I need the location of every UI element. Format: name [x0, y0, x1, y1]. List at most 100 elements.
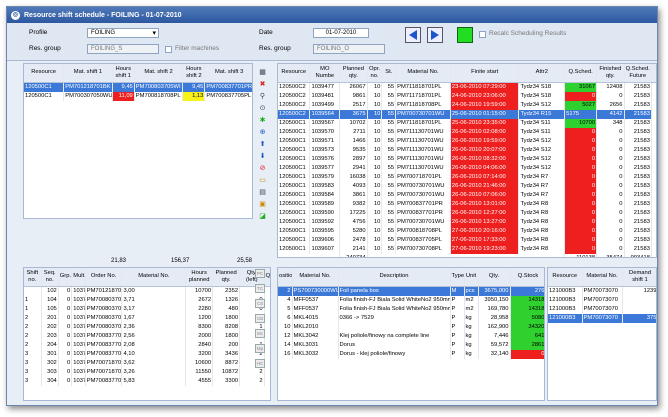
shift-row[interactable]: 220201037454PM700803705WU2,36830082081	[24, 322, 270, 332]
demand_table-header-0[interactable]: Resource	[548, 268, 583, 287]
demand-row[interactable]: 121000B3 PM70073070 375	[548, 313, 656, 323]
bom_table-header-0[interactable]: osition	[278, 268, 293, 287]
shift-row[interactable]: 10201037454PM701218701BK3,001070023520	[24, 286, 270, 296]
res_table-header-0[interactable]: Resource	[24, 64, 65, 83]
res_table-header-5[interactable]: Mat. shift 3	[204, 64, 252, 83]
profile-select[interactable]: FOILING	[87, 28, 159, 38]
mo-row[interactable]: 120500C1 1039589 9382 10 55 PM700837701PR 26-0…	[278, 199, 656, 209]
bom-row[interactable]: 4 MFF0537 Folia finish-FJ Biala Solid Whit…	[278, 295, 544, 305]
mo_table-header-10[interactable]: Q.Sched. Future	[624, 64, 652, 83]
res_table-header-1[interactable]: Mat. shift 1	[63, 64, 113, 83]
shift-row[interactable]: 110401037454PM700803705WU3,71267213260	[24, 295, 270, 305]
res_table-header-2[interactable]: Hours shift 1	[112, 64, 135, 83]
toolbar-button-3[interactable]: ⊙	[257, 103, 268, 113]
res_table-header-4[interactable]: Hours shift 2	[182, 64, 206, 83]
mo_table-header-5[interactable]: Material No.	[395, 64, 451, 83]
mo-row[interactable]: 120500C1 1039584 3861 10 55 PM700730701WU 26-0…	[278, 190, 656, 200]
toolbar-button-8[interactable]: ⊘	[257, 163, 268, 173]
bom_table-header-1[interactable]: Material No.	[292, 268, 339, 287]
mo-row[interactable]: 120500C1 1039592 4756 10 55 PM700730701WU 26-0…	[278, 217, 656, 227]
mo_table-header-4[interactable]: St.	[381, 64, 397, 83]
bom_table-header-6[interactable]: Q.Stock	[510, 268, 544, 287]
mo-row[interactable]: 120500C2 1039477 26067 10 55 PM711818701PL 23-…	[278, 82, 656, 92]
shift_table-header-1[interactable]: Seq. no.	[41, 268, 59, 287]
mo-row[interactable]: 120500C1 1039606 2478 10 55 PM700837705PL 27-0…	[278, 235, 656, 245]
bom-row[interactable]: 14 MKL3031 Dorus Pkg 59,572 2861	[278, 340, 544, 350]
toolbar-button-9[interactable]: ▭	[257, 175, 268, 185]
demand_table-header-2[interactable]: Demand shift 1	[622, 268, 656, 287]
mo_table-header-8[interactable]: Q.Sched.	[564, 64, 598, 83]
date-input[interactable]: 01-07-2010	[313, 28, 369, 38]
shift-row[interactable]: 220301037421PM700837701PR2,56200018001	[24, 331, 270, 341]
bom-row[interactable]: 5 MFF0537 Folia finish-FJ Biala Solid Whit…	[278, 304, 544, 314]
demand-row[interactable]: 121000B3 PM70073070	[548, 295, 656, 305]
side-button-mc[interactable]: Mc	[255, 329, 265, 338]
recalc-checkbox[interactable]	[479, 31, 486, 38]
mo-row[interactable]: 120500C1 1039583 4093 10 55 PM700730701WU 26-0…	[278, 181, 656, 191]
shift_table-header-3[interactable]: Mult.	[71, 268, 86, 287]
shift_table-header-2[interactable]: Grp.	[58, 268, 73, 287]
bom_table-header-5[interactable]: Qty.	[478, 268, 511, 287]
shift-row[interactable]: 330401037439PM700837705PL5,83455533002	[24, 376, 270, 386]
side-button-cs[interactable]: CS	[255, 299, 265, 308]
shift_table-header-0[interactable]: Shift no.	[24, 268, 42, 287]
shift-row[interactable]: 330101037421PM700837701PR4,10320034362	[24, 349, 270, 359]
mo_table-header-7[interactable]: Attr2	[518, 64, 566, 83]
mo-row[interactable]: 120500C2 1039481 9861 10 55 PM711718701PL 24-0…	[278, 91, 656, 101]
resgroup-field[interactable]: FOILING_S	[87, 44, 159, 54]
shift_table-header-4[interactable]: Order No.	[85, 268, 123, 287]
demand-row[interactable]: 121000B3 PM70073070 1239	[548, 286, 656, 296]
mo-row[interactable]: 120500C1 1039590 17225 10 55 PM700837701PR 26-…	[278, 208, 656, 218]
side-button-mp[interactable]: Mp	[255, 344, 265, 353]
res-row[interactable]: 120500C1 PM701218701BK 9,45 PM700803705WI 9,…	[24, 82, 252, 92]
next-day-button[interactable]	[427, 27, 443, 43]
toolbar-button-2[interactable]: ⚲	[257, 91, 268, 101]
toolbar-button-12[interactable]: ◪	[257, 211, 268, 221]
previous-day-button[interactable]	[405, 27, 421, 43]
toolbar-button-1[interactable]: ✖	[257, 79, 268, 89]
toolbar-button-7[interactable]: ⬇	[257, 151, 268, 161]
shift-row[interactable]: 330201037507PM700718708PL3,621060088722	[24, 358, 270, 368]
demand_table-header-1[interactable]: Material No.	[582, 268, 623, 287]
mo-row[interactable]: 120500C1 1039576 2897 10 55 PM711130701WU 26-0…	[278, 154, 656, 164]
side-button-pc[interactable]: PC	[255, 269, 265, 278]
mo_table-header-3[interactable]: Opr. no.	[367, 64, 383, 83]
mo_table-header-9[interactable]: Finished qty.	[596, 64, 625, 83]
bom_table-header-2[interactable]: Description	[338, 268, 451, 287]
side-button-cb[interactable]: CB	[255, 314, 265, 323]
toolbar-button-10[interactable]: ▤	[257, 187, 268, 197]
shift-row[interactable]: 330301037509PM700718708PL3,2611550108722	[24, 367, 270, 377]
mo-row[interactable]: 120500C2 1039564 3675 10 55 PM700730701WU 25-0…	[278, 109, 656, 119]
side-button-hc[interactable]: HC	[255, 359, 265, 368]
status-green-button[interactable]	[457, 27, 473, 43]
mo-row[interactable]: 120500C2 1039499 2517 10 55 PM711818708PL 24-0…	[278, 100, 656, 110]
mo-row[interactable]: 120500C1 1039567 10702 10 55 PM711818701PL 25-…	[278, 118, 656, 128]
mo_table-header-0[interactable]: Resource	[278, 64, 311, 83]
mo-row[interactable]: 120500C1 1039573 9535 10 55 PM711130701WU 26-0…	[278, 145, 656, 155]
mo-row[interactable]: 120500C1 1039579 16038 10 55 PM700718701PL 26-…	[278, 172, 656, 182]
toolbar-button-4[interactable]: ✱	[257, 115, 268, 125]
resgroup2-field[interactable]: FOILING_O	[313, 44, 385, 54]
toolbar-button-11[interactable]: ▣	[257, 199, 268, 209]
side-button-tc[interactable]: TC	[255, 284, 265, 293]
toolbar-button-0[interactable]: ▦	[257, 67, 268, 77]
mo_table-header-11[interactable]	[651, 64, 656, 83]
toolbar-button-5[interactable]: ⊕	[257, 127, 268, 137]
res-row[interactable]: 120500C1 PM700307050WU 11,09 PM700818708PL 1…	[24, 91, 252, 101]
mo-row[interactable]: 120500C1 1039577 2941 10 55 PM711130701WU 26-0…	[278, 163, 656, 173]
demand-row[interactable]: 121000B3 PM70073070	[548, 304, 656, 314]
mo_table-header-1[interactable]: MO Numbe	[309, 64, 341, 83]
res_table-header-3[interactable]: Mat. shift 2	[134, 64, 184, 83]
mo-row[interactable]: 120500C1 1039570 2711 10 55 PM711130701WU 26-0…	[278, 127, 656, 137]
shift-row[interactable]: 220101037454PM700803705WU1,67120018001	[24, 313, 270, 323]
toolbar-button-6[interactable]: ⬆	[257, 139, 268, 149]
mo_table-header-6[interactable]: Finite start	[450, 64, 520, 83]
shift-row[interactable]: 110501037454PM700803705WU3,1722804800	[24, 304, 270, 314]
bom_table-header-3[interactable]: Type	[450, 268, 465, 287]
shift_table-header-5[interactable]: Material No.	[121, 268, 187, 287]
shift_table-header-6[interactable]: Hours planned	[185, 268, 214, 287]
mo-row[interactable]: 120500C1 1039571 1466 10 55 PM711130701WU 26-0…	[278, 136, 656, 146]
bom-row[interactable]: 16 MKL3032 Dorus - klej poliole/finowy Pkg 3…	[278, 349, 544, 359]
bom_table-header-4[interactable]: Unit	[464, 268, 479, 287]
shift-row[interactable]: 220401037421PM700837701PR2,0828402001	[24, 340, 270, 350]
